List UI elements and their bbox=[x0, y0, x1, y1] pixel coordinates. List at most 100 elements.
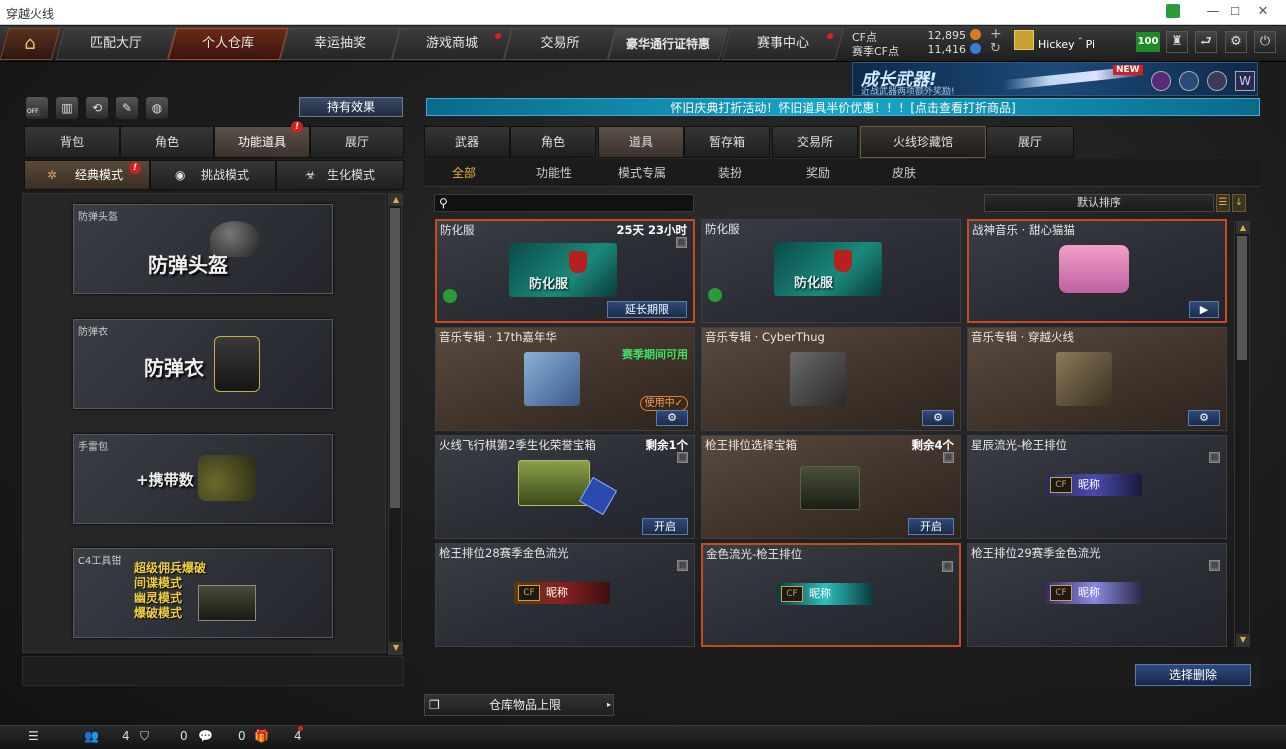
event-icon-1[interactable] bbox=[1151, 71, 1171, 91]
left-tab-showroom[interactable]: 展厅 bbox=[310, 126, 404, 158]
trash-icon[interactable]: ▤ bbox=[1209, 560, 1220, 571]
scroll-up-icon[interactable]: ▲ bbox=[1236, 222, 1250, 234]
power-icon[interactable]: ⏻ bbox=[1254, 31, 1276, 53]
avatar[interactable] bbox=[1014, 30, 1034, 50]
item-card-hazmat-suit-2[interactable]: 防化服 防化服 bbox=[701, 219, 961, 323]
discount-ticker[interactable]: 怀旧庆典打折活动！怀旧道具半价优惠！！！[点击查看打折商品] bbox=[426, 98, 1260, 116]
stats-icon[interactable]: ▥ bbox=[56, 97, 78, 119]
rank-shield-icon[interactable]: ♜ bbox=[1166, 31, 1188, 53]
list-item-vest[interactable]: 防弹衣 防弹衣 bbox=[73, 319, 333, 409]
growth-weapon-banner[interactable]: 成长武器! 近战武器两项额外奖励! NEW W bbox=[852, 62, 1258, 97]
trash-icon[interactable]: ▤ bbox=[677, 560, 688, 571]
search-input[interactable]: ⚲ bbox=[434, 194, 694, 212]
mode-tab-classic[interactable]: ✲ 经典模式! bbox=[24, 160, 150, 190]
add-cf-icon[interactable]: + bbox=[990, 26, 1002, 42]
close-button[interactable]: ✕ bbox=[1240, 0, 1286, 25]
item-card-album-cyberthug[interactable]: 音乐专辑 · CyberThug ⚙ bbox=[701, 327, 961, 431]
left-tab-backpack[interactable]: 背包 bbox=[24, 126, 120, 158]
subtab-functional[interactable]: 功能性 bbox=[536, 164, 572, 181]
settings-button[interactable]: ⚙ bbox=[922, 410, 954, 426]
item-card-gold-stream-ranked[interactable]: 金色流光-枪王排位 ▤ CF 昵称 bbox=[701, 543, 961, 647]
display-toggle-icon[interactable]: OFF bbox=[26, 97, 48, 119]
nav-tab-luxury-pass[interactable]: 豪华通行证特惠 bbox=[607, 28, 729, 60]
nav-tab-match-lobby[interactable]: 匹配大厅 bbox=[55, 28, 177, 60]
item-card-ranked-select-box[interactable]: 枪王排位选择宝箱 剩余4个 ▤ 开启 bbox=[701, 435, 961, 539]
scroll-down-icon[interactable]: ▼ bbox=[1236, 634, 1250, 646]
select-delete-button[interactable]: 选择删除 bbox=[1135, 664, 1251, 686]
event-icon-2[interactable] bbox=[1179, 71, 1199, 91]
item-card-s29-gold-stream[interactable]: 枪王排位29赛季金色流光 ▤ CF 昵称 bbox=[967, 543, 1227, 647]
item-grid-scrollbar[interactable]: ▲ ▼ bbox=[1234, 221, 1250, 647]
left-tab-functional-items[interactable]: 功能道具! bbox=[214, 121, 310, 158]
item-card-hazmat-suit[interactable]: 防化服 25天 23小时 ▤ 防化服 延长期限 bbox=[435, 219, 695, 323]
subtab-mode-exclusive[interactable]: 模式专属 bbox=[618, 164, 666, 181]
nav-tab-game-mall[interactable]: 游戏商城 bbox=[391, 28, 513, 60]
recycle-icon[interactable]: ⟲ bbox=[86, 97, 108, 119]
sort-direction-icon[interactable]: ↓ bbox=[1232, 194, 1246, 212]
nav-tab-personal-warehouse[interactable]: 个人仓库 bbox=[167, 28, 289, 60]
right-tab-showroom[interactable]: 展厅 bbox=[986, 126, 1074, 158]
chat-icon[interactable]: 💬 bbox=[198, 729, 213, 743]
item-card-star-stream-nameplate[interactable]: 星辰流光-枪王排位 ▤ CF 昵称 bbox=[967, 435, 1227, 539]
card-title: 防化服 bbox=[705, 222, 740, 236]
mode-tab-zombie[interactable]: ☣ 生化模式 bbox=[276, 160, 404, 190]
subtab-cosmetic[interactable]: 装扮 bbox=[718, 164, 742, 181]
menu-icon[interactable]: ☰ bbox=[28, 729, 39, 743]
gift-icon[interactable]: 🎁 bbox=[254, 729, 269, 743]
play-button[interactable]: ▶ bbox=[1189, 301, 1219, 318]
list-item-c4-pliers[interactable]: C4工具钳 超级佣兵爆破 间谍模式 幽灵模式 爆破模式 bbox=[73, 548, 333, 638]
settings-button[interactable]: ⚙ bbox=[656, 410, 688, 426]
home-button[interactable]: ⌂ bbox=[0, 28, 61, 60]
list-item-helmet[interactable]: 防弹头盔 防弹头盔 bbox=[73, 204, 333, 294]
scroll-down-icon[interactable]: ▼ bbox=[389, 642, 403, 654]
gear-icon[interactable]: ⚙ bbox=[1225, 31, 1247, 53]
right-tab-characters[interactable]: 角色 bbox=[510, 126, 596, 158]
right-tab-storage[interactable]: 暂存箱 bbox=[684, 126, 770, 158]
open-button[interactable]: 开启 bbox=[642, 518, 688, 535]
list-view-icon[interactable]: ☰ bbox=[1216, 194, 1230, 212]
item-card-s28-gold-stream[interactable]: 枪王排位28赛季金色流光 ▤ CF 昵称 bbox=[435, 543, 695, 647]
left-scrollbar[interactable]: ▲ ▼ bbox=[388, 193, 403, 655]
scroll-thumb[interactable] bbox=[1237, 236, 1247, 360]
trash-icon[interactable]: ▤ bbox=[1209, 452, 1220, 463]
refresh-icon[interactable]: ↻ bbox=[990, 41, 1001, 56]
bag-icon[interactable]: ◍ bbox=[146, 97, 168, 119]
open-button[interactable]: 开启 bbox=[908, 518, 954, 535]
mode-tab-challenge[interactable]: ◉ 挑战模式 bbox=[150, 160, 276, 190]
item-card-war-god-music[interactable]: 战神音乐 · 甜心猫猫 ▶ bbox=[967, 219, 1227, 323]
home-icon: ⌂ bbox=[24, 33, 36, 54]
list-item-grenade-pack[interactable]: 手雷包 +携带数 bbox=[73, 434, 333, 524]
subtab-skins[interactable]: 皮肤 bbox=[892, 164, 916, 181]
scroll-up-icon[interactable]: ▲ bbox=[389, 194, 403, 206]
right-tab-weapons[interactable]: 武器 bbox=[424, 126, 510, 158]
trash-icon[interactable]: ▤ bbox=[676, 237, 687, 248]
event-icon-3[interactable] bbox=[1207, 71, 1227, 91]
sort-dropdown[interactable]: 默认排序 bbox=[984, 194, 1214, 212]
trash-icon[interactable]: ▤ bbox=[943, 452, 954, 463]
nav-tab-exchange[interactable]: 交易所 bbox=[503, 28, 617, 60]
extend-duration-button[interactable]: 延长期限 bbox=[607, 301, 687, 318]
vest-icon bbox=[214, 336, 260, 392]
item-card-album-crossfire[interactable]: 音乐专辑 · 穿越火线 ⚙ bbox=[967, 327, 1227, 431]
subtab-all[interactable]: 全部 bbox=[452, 164, 476, 181]
right-tab-collection-hall[interactable]: 火线珍藏馆 bbox=[860, 126, 986, 158]
nav-tab-lucky-draw[interactable]: 幸运抽奖 bbox=[279, 28, 401, 60]
event-icon-4[interactable]: W bbox=[1235, 71, 1255, 91]
scroll-thumb[interactable] bbox=[390, 208, 400, 508]
tools-icon[interactable]: ✎ bbox=[116, 97, 138, 119]
trash-icon[interactable]: ▤ bbox=[677, 452, 688, 463]
trash-icon[interactable]: ▤ bbox=[942, 561, 953, 572]
guard-icon[interactable]: ⛉ bbox=[140, 729, 149, 744]
nav-tab-event-center[interactable]: 赛事中心 bbox=[721, 28, 845, 60]
settings-button[interactable]: ⚙ bbox=[1188, 410, 1220, 426]
right-tab-items[interactable]: 道具 bbox=[598, 126, 684, 158]
subtab-rewards[interactable]: 奖励 bbox=[806, 164, 830, 181]
item-card-album-17th[interactable]: 音乐专辑 · 17th嘉年华 赛季期间可用 使用中✓ ⚙ bbox=[435, 327, 695, 431]
left-tab-character[interactable]: 角色 bbox=[120, 126, 214, 158]
owned-effects-button[interactable]: 持有效果 bbox=[299, 97, 403, 117]
right-tab-exchange[interactable]: 交易所 bbox=[772, 126, 858, 158]
exit-icon[interactable]: ⮐ bbox=[1195, 31, 1217, 53]
friends-icon[interactable]: 👥 bbox=[84, 729, 99, 743]
item-card-flying-chess-box[interactable]: 火线飞行棋第2季生化荣誉宝箱 剩余1个 ▤ 开启 bbox=[435, 435, 695, 539]
warehouse-capacity-bar[interactable]: ❐ 仓库物品上限 ▸ bbox=[424, 694, 614, 716]
